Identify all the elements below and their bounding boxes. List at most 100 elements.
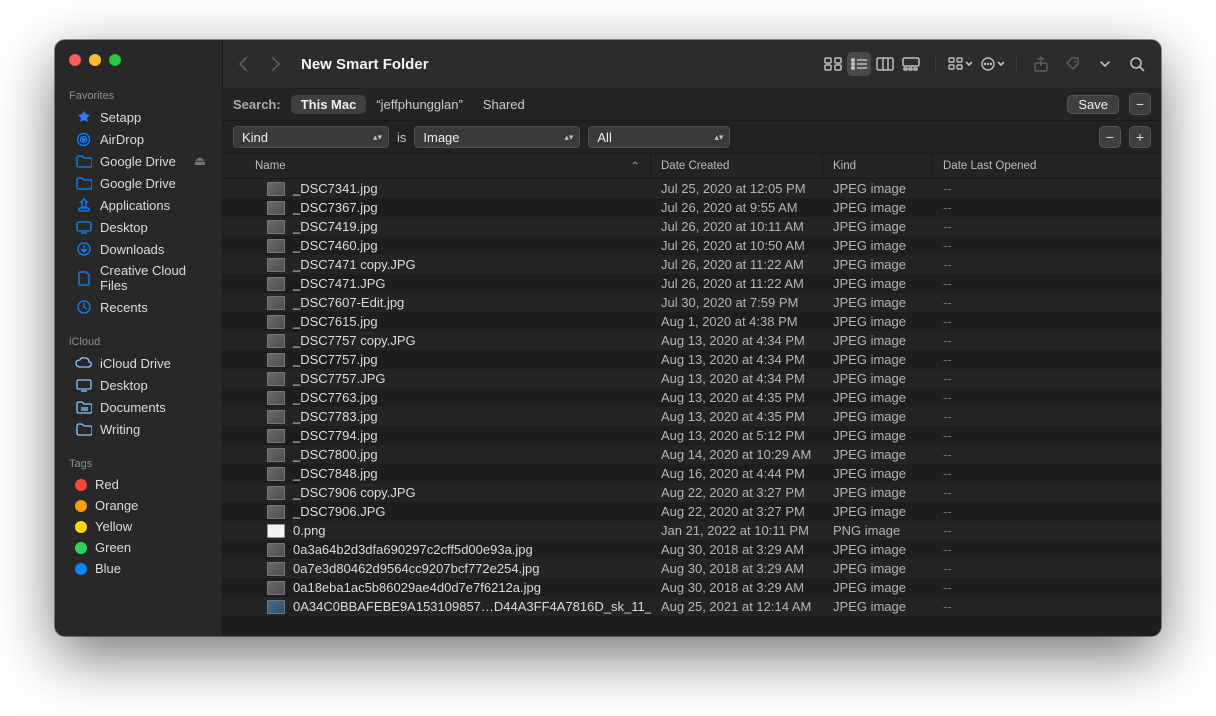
file-kind: JPEG image <box>823 580 933 595</box>
file-row[interactable]: _DSC7341.jpgJul 25, 2020 at 12:05 PMJPEG… <box>223 179 1161 198</box>
column-created[interactable]: Date Created <box>651 154 823 178</box>
file-date-created: Aug 22, 2020 at 3:27 PM <box>651 504 823 519</box>
sidebar-item[interactable]: Documents <box>61 396 216 418</box>
file-name: _DSC7460.jpg <box>293 238 378 253</box>
file-row[interactable]: _DSC7367.jpgJul 26, 2020 at 9:55 AMJPEG … <box>223 198 1161 217</box>
file-thumbnail-icon <box>267 581 285 595</box>
sidebar-item[interactable]: Google Drive <box>61 172 216 194</box>
search-button[interactable] <box>1125 52 1149 76</box>
doc-icon <box>75 270 92 286</box>
file-row[interactable]: 0A34C0BBAFEBE9A153109857…D44A3FF4A7816D_… <box>223 597 1161 616</box>
view-columns-button[interactable] <box>873 52 897 76</box>
forward-button[interactable] <box>263 52 287 76</box>
file-row[interactable]: _DSC7757 copy.JPGAug 13, 2020 at 4:34 PM… <box>223 331 1161 350</box>
remove-criteria-button[interactable]: − <box>1099 126 1121 148</box>
file-row[interactable]: _DSC7794.jpgAug 13, 2020 at 5:12 PMJPEG … <box>223 426 1161 445</box>
sidebar-item[interactable]: Desktop <box>61 374 216 396</box>
file-row[interactable]: _DSC7757.JPGAug 13, 2020 at 4:34 PMJPEG … <box>223 369 1161 388</box>
file-kind: JPEG image <box>823 466 933 481</box>
close-window-button[interactable] <box>69 54 81 66</box>
share-button[interactable] <box>1029 52 1053 76</box>
file-name: _DSC7800.jpg <box>293 447 378 462</box>
criteria-match-select[interactable]: All ▴▾ <box>588 126 730 148</box>
dropdown-button[interactable] <box>1093 52 1117 76</box>
column-created-label: Date Created <box>661 160 729 172</box>
search-scope-chip[interactable]: “jeffphungglan” <box>366 95 473 114</box>
file-row[interactable]: _DSC7471 copy.JPGJul 26, 2020 at 11:22 A… <box>223 255 1161 274</box>
file-thumbnail-icon <box>267 201 285 215</box>
sidebar-item[interactable]: Recents <box>61 296 216 318</box>
file-date-created: Aug 30, 2018 at 3:29 AM <box>651 580 823 595</box>
file-thumbnail-icon <box>267 486 285 500</box>
sidebar-item-label: Documents <box>100 400 166 415</box>
criteria-field-select[interactable]: Kind ▴▾ <box>233 126 389 148</box>
file-row[interactable]: 0.pngJan 21, 2022 at 10:11 PMPNG image-- <box>223 521 1161 540</box>
search-label: Search: <box>233 97 281 112</box>
back-button[interactable] <box>231 52 255 76</box>
file-row[interactable]: _DSC7906.JPGAug 22, 2020 at 3:27 PMJPEG … <box>223 502 1161 521</box>
file-row[interactable]: _DSC7848.jpgAug 16, 2020 at 4:44 PMJPEG … <box>223 464 1161 483</box>
file-row[interactable]: 0a3a64b2d3dfa690297c2cff5d00e93a.jpgAug … <box>223 540 1161 559</box>
sidebar-item[interactable]: Blue <box>61 558 216 579</box>
file-row[interactable]: _DSC7471.JPGJul 26, 2020 at 11:22 AMJPEG… <box>223 274 1161 293</box>
file-row[interactable]: _DSC7757.jpgAug 13, 2020 at 4:34 PMJPEG … <box>223 350 1161 369</box>
view-list-button[interactable] <box>847 52 871 76</box>
file-thumbnail-icon <box>267 429 285 443</box>
sidebar-group-title: iCloud <box>55 330 222 352</box>
sidebar-item[interactable]: Writing <box>61 418 216 440</box>
sidebar-item[interactable]: Orange <box>61 495 216 516</box>
sidebar-item[interactable]: Downloads <box>61 238 216 260</box>
file-name: _DSC7794.jpg <box>293 428 378 443</box>
sidebar-item[interactable]: Red <box>61 474 216 495</box>
group-by-button[interactable] <box>948 52 972 76</box>
add-criteria-button[interactable]: + <box>1129 126 1151 148</box>
file-row[interactable]: _DSC7906 copy.JPGAug 22, 2020 at 3:27 PM… <box>223 483 1161 502</box>
minimize-window-button[interactable] <box>89 54 101 66</box>
column-opened[interactable]: Date Last Opened <box>933 154 1161 178</box>
file-date-opened: -- <box>933 580 1161 595</box>
tag-color-dot <box>75 542 87 554</box>
sidebar-item[interactable]: Creative Cloud Files <box>61 260 216 296</box>
eject-icon[interactable]: ⏏ <box>194 153 206 169</box>
file-date-opened: -- <box>933 295 1161 310</box>
file-row[interactable]: _DSC7800.jpgAug 14, 2020 at 10:29 AMJPEG… <box>223 445 1161 464</box>
sidebar-item[interactable]: iCloud Drive <box>61 352 216 374</box>
criteria-value-select[interactable]: Image ▴▾ <box>414 126 580 148</box>
sidebar-item[interactable]: AirDrop <box>61 128 216 150</box>
fullscreen-window-button[interactable] <box>109 54 121 66</box>
tag-color-dot <box>75 521 87 533</box>
save-search-button[interactable]: Save <box>1067 95 1119 114</box>
file-date-created: Aug 22, 2020 at 3:27 PM <box>651 485 823 500</box>
search-scope-chip[interactable]: This Mac <box>291 95 367 114</box>
collapse-criteria-button[interactable]: − <box>1129 93 1151 115</box>
file-name: _DSC7848.jpg <box>293 466 378 481</box>
sidebar-item[interactable]: Desktop <box>61 216 216 238</box>
sidebar-item[interactable]: Green <box>61 537 216 558</box>
column-kind[interactable]: Kind <box>823 154 933 178</box>
file-thumbnail-icon <box>267 315 285 329</box>
file-kind: JPEG image <box>823 409 933 424</box>
file-kind: JPEG image <box>823 561 933 576</box>
sidebar-item[interactable]: Applications <box>61 194 216 216</box>
file-row[interactable]: 0a7e3d80462d9564cc9207bcf772e254.jpgAug … <box>223 559 1161 578</box>
file-row[interactable]: 0a18eba1ac5b86029ae4d0d7e7f6212a.jpgAug … <box>223 578 1161 597</box>
column-name[interactable]: Name ⌃ <box>223 154 651 178</box>
view-gallery-button[interactable] <box>899 52 923 76</box>
sidebar-item[interactable]: Google Drive⏏ <box>61 150 216 172</box>
view-icons-button[interactable] <box>821 52 845 76</box>
file-kind: JPEG image <box>823 257 933 272</box>
file-row[interactable]: _DSC7607-Edit.jpgJul 30, 2020 at 7:59 PM… <box>223 293 1161 312</box>
file-row[interactable]: _DSC7615.jpgAug 1, 2020 at 4:38 PMJPEG i… <box>223 312 1161 331</box>
action-menu-button[interactable] <box>980 52 1004 76</box>
tags-button[interactable] <box>1061 52 1085 76</box>
file-row[interactable]: _DSC7763.jpgAug 13, 2020 at 4:35 PMJPEG … <box>223 388 1161 407</box>
sidebar-item[interactable]: Setapp <box>61 106 216 128</box>
file-kind: JPEG image <box>823 371 933 386</box>
file-row[interactable]: _DSC7419.jpgJul 26, 2020 at 10:11 AMJPEG… <box>223 217 1161 236</box>
file-row[interactable]: _DSC7460.jpgJul 26, 2020 at 10:50 AMJPEG… <box>223 236 1161 255</box>
file-row[interactable]: _DSC7783.jpgAug 13, 2020 at 4:35 PMJPEG … <box>223 407 1161 426</box>
file-name: 0a3a64b2d3dfa690297c2cff5d00e93a.jpg <box>293 542 533 557</box>
search-scope-chip[interactable]: Shared <box>473 95 535 114</box>
file-kind: PNG image <box>823 523 933 538</box>
sidebar-item[interactable]: Yellow <box>61 516 216 537</box>
